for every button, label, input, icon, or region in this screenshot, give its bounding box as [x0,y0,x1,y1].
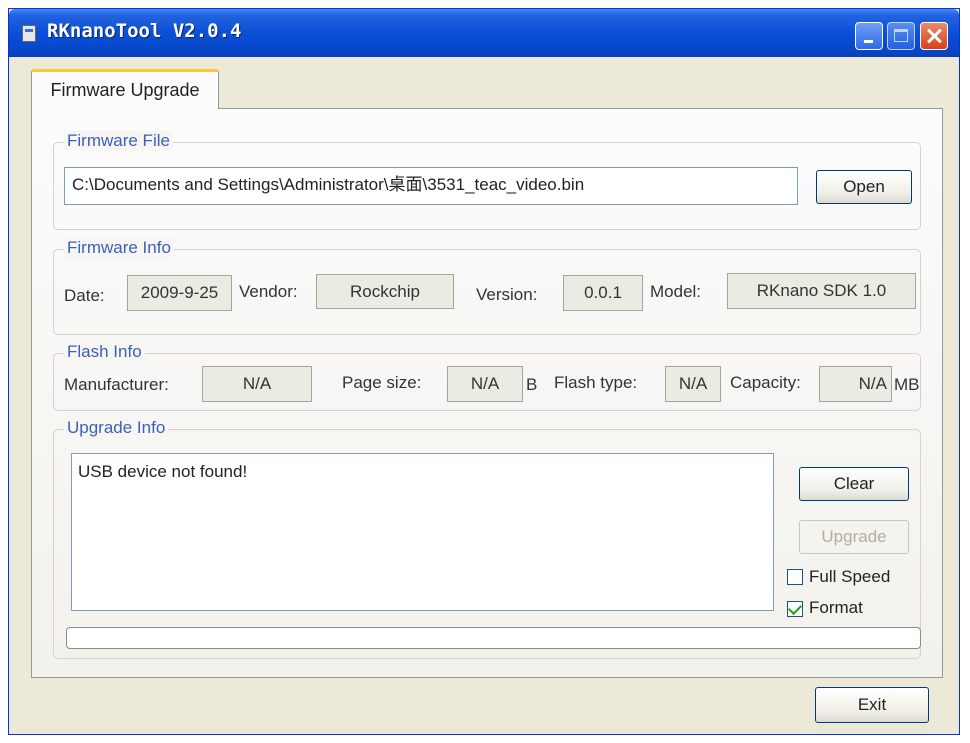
maximize-icon [887,22,915,50]
firmware-file-group: Firmware File C:\Documents and Settings\… [53,131,921,230]
full-speed-checkbox[interactable] [787,569,803,585]
version-label: Version: [476,285,538,304]
version-field: 0.0.1 [563,275,643,311]
vendor-label: Vendor: [239,282,298,301]
flash-info-group: Flash Info Manufacturer: N/A Page size: … [53,342,921,411]
capacity-field: N/A [819,366,892,402]
upgrade-info-group-label: Upgrade Info [64,418,169,438]
full-speed-label: Full Speed [809,567,891,586]
tab-firmware-upgrade[interactable]: Firmware Upgrade [31,69,219,109]
flash-info-group-label: Flash Info [64,342,145,362]
upgrade-progress-bar [66,627,921,649]
title-bar[interactable]: RKnanoTool V2.0.4 [9,9,959,57]
page-size-field: N/A [447,366,523,402]
upgrade-log[interactable]: USB device not found! [71,453,774,611]
app-window: RKnanoTool V2.0.4 Firmware Upgrade Firmw… [8,8,960,735]
model-label: Model: [650,282,702,301]
minimize-icon[interactable] [855,22,883,50]
app-icon [22,25,36,42]
open-button[interactable]: Open [816,170,912,204]
firmware-file-group-label: Firmware File [64,131,173,151]
tab-panel: Firmware File C:\Documents and Settings\… [31,108,943,678]
date-label: Date: [64,286,105,305]
firmware-info-group-label: Firmware Info [64,238,174,258]
firmware-info-group: Firmware Info Date: 2009-9-25 Vendor: Ro… [53,238,921,335]
exit-button[interactable]: Exit [815,687,929,723]
date-field: 2009-9-25 [127,275,232,311]
page-size-label: Page size: [342,373,422,392]
firmware-path-input[interactable]: C:\Documents and Settings\Administrator\… [64,167,798,205]
close-icon[interactable] [920,22,948,50]
manufacturer-label: Manufacturer: [64,375,169,394]
upgrade-info-group: Upgrade Info USB device not found! Clear… [53,418,921,659]
capacity-unit: MB [894,375,920,394]
manufacturer-field: N/A [202,366,312,402]
window-title: RKnanoTool V2.0.4 [47,20,242,42]
format-label: Format [809,598,863,617]
clear-button[interactable]: Clear [799,467,909,501]
upgrade-button[interactable]: Upgrade [799,520,909,554]
capacity-label: Capacity: [730,373,801,392]
flash-type-label: Flash type: [554,373,638,392]
checkmark-icon [787,600,803,616]
vendor-field: Rockchip [316,274,454,309]
format-checkbox[interactable] [787,600,803,617]
flash-type-field: N/A [665,366,721,402]
page-size-unit: B [526,375,538,394]
model-field: RKnano SDK 1.0 [727,273,916,309]
